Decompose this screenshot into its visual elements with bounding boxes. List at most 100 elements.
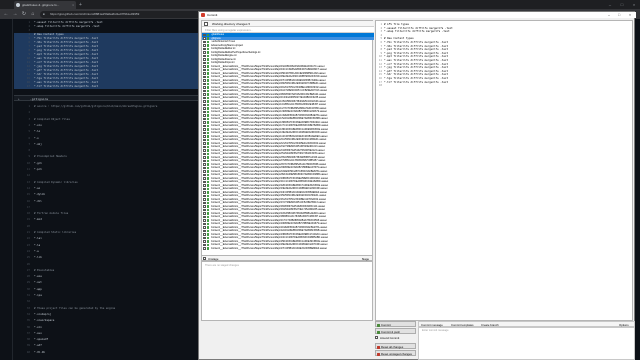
file-name: .gitignore: [30, 97, 49, 101]
reset-unstaged-label: Reset unstaged changes: [381, 352, 412, 356]
diff-line-text: *.jpg filter=lfs diff=lfs merge=lfs -tex…: [384, 66, 449, 70]
git-extensions-icon: [201, 13, 205, 17]
back-icon[interactable]: ←: [2, 10, 10, 18]
tab-title: gitattributes & .gitignore fo...: [22, 3, 60, 7]
file-icon: ▸: [18, 97, 20, 101]
diff-line-text: *.uasset filter=lfs diff=lfs merge=lfs -…: [384, 26, 453, 30]
unstaged-panel: Working directory changes ▾ Filter files…: [201, 20, 374, 261]
line-text: *.tga filter=lfs diff=lfs merge=lfs -tex…: [34, 77, 99, 80]
line-text: *.o: [34, 136, 39, 140]
code-line: 24 *.a: [14, 250, 198, 254]
line-text: *.VC.db: [34, 350, 45, 354]
line-number: 3: [28, 117, 30, 121]
line-text: *.pdf filter=lfs diff=lfs merge=lfs -tex…: [34, 69, 99, 72]
close-tab-icon[interactable]: ×: [72, 1, 74, 9]
line-number: 30: [26, 287, 30, 291]
line-text: # Compiled Static libraries: [34, 231, 77, 234]
code-line: 9 # Precompiled Headers: [14, 155, 198, 159]
line-number: 37: [26, 331, 30, 335]
file-added-icon: [206, 247, 209, 250]
unstaged-file-list: .gitattributes .gitignore .vs/Archinium/v1…: [202, 33, 374, 261]
amend-commit-checkbox[interactable]: Amend Commit: [375, 336, 399, 340]
line-text: *.xcodeproj: [34, 312, 52, 316]
line-text: *.fbx filter=lfs diff=lfs merge=lfs -tex…: [34, 37, 99, 40]
code-line: 13 # Compiled Dynamic libraries: [14, 181, 198, 185]
changes-dropdown[interactable]: Working directory changes: [212, 22, 247, 26]
home-icon[interactable]: ⌂: [29, 10, 37, 18]
push-icon: [377, 330, 380, 334]
code-line: 14 *.so: [14, 187, 198, 191]
line-number: 12: [26, 174, 30, 178]
reset-unstaged-button[interactable]: Reset unstaged changes: [375, 350, 416, 356]
line-number: 5: [28, 130, 30, 134]
line-number: 31: [26, 294, 30, 297]
close-window-icon[interactable]: ×: [628, 0, 640, 9]
amend-checkbox-box[interactable]: [375, 336, 378, 340]
line-number: 26: [26, 262, 30, 266]
line-number: 32: [26, 300, 30, 304]
line-number: 16: [26, 199, 30, 203]
window-title: Commit: [207, 13, 218, 17]
commit-push-button[interactable]: Commit & push: [375, 328, 416, 334]
diff-line: 18: [378, 84, 632, 88]
line-number: 7: [28, 142, 30, 146]
code-line: 18 # Fortran module files: [14, 212, 198, 216]
code-line: 12: [14, 174, 198, 178]
line-number: 36: [26, 325, 30, 329]
commit-icon: [377, 323, 380, 327]
browser-tab[interactable]: gitattributes & .gitignore fo... ×: [14, 1, 76, 9]
code-line: 37 *.suo: [14, 332, 198, 336]
code-line: 6 *.o: [14, 137, 198, 141]
diff-line-text: *.png filter=lfs diff=lfs merge=lfs -tex…: [384, 51, 449, 55]
file-checkbox[interactable]: [203, 247, 206, 250]
line-number: 24: [26, 249, 30, 253]
select-all-checkbox[interactable]: [204, 22, 208, 26]
diff-line-text: *.hdr filter=lfs diff=lfs merge=lfs -tex…: [384, 73, 449, 77]
code-line: 2: [14, 111, 198, 115]
file-row[interactable]: Content/__ExternalActors__/ThirdPerson/M…: [202, 247, 374, 251]
line-text: *.jpg filter=lfs diff=lfs merge=lfs -tex…: [34, 65, 99, 68]
diff-line-text: *.xcf filter=lfs diff=lfs merge=lfs -tex…: [384, 62, 449, 66]
line-text: *.lib: [34, 256, 42, 260]
line-number: 33: [26, 306, 30, 310]
chevron-down-icon[interactable]: ▾: [248, 22, 250, 26]
code-line: 26: [14, 263, 198, 267]
commit-button[interactable]: Commit: [375, 321, 416, 327]
line-text: *.lai: [34, 237, 42, 241]
minimize-icon[interactable]: –: [604, 0, 616, 9]
new-tab-button[interactable]: +: [79, 1, 82, 9]
diff-line-text: # LFS file types: [384, 23, 409, 26]
diff-line-number: 18: [378, 84, 382, 88]
line-text: *.a: [34, 249, 39, 253]
lock-icon: ■: [43, 11, 45, 16]
line-text: *.obj: [34, 142, 42, 146]
minimize-icon[interactable]: –: [604, 12, 614, 18]
forward-icon[interactable]: →: [11, 10, 19, 18]
line-number: 17: [26, 205, 30, 209]
code-line: 33 # These project files can be generated…: [14, 307, 198, 311]
reset-all-button[interactable]: Reset all changes: [375, 343, 416, 349]
staged-file-list: There are no staged changes: [201, 261, 373, 321]
staged-select-checkbox[interactable]: [203, 257, 206, 261]
maximize-icon[interactable]: □: [616, 0, 628, 9]
code-line: 34 *.xcodeproj: [14, 313, 198, 317]
line-text: *.wav filter=lfs diff=lfs merge=lfs -tex…: [34, 81, 99, 84]
line-number: 9: [28, 155, 30, 159]
diff-line-text: *.pdf filter=lfs diff=lfs merge=lfs -tex…: [384, 69, 449, 73]
line-number: 2: [28, 111, 30, 115]
diff-line-text: *.3ds filter=lfs diff=lfs merge=lfs -tex…: [384, 44, 449, 48]
close-icon[interactable]: ×: [625, 12, 635, 18]
line-number: 17: [26, 85, 30, 88]
reload-icon[interactable]: ↻: [20, 10, 28, 18]
maximize-icon[interactable]: □: [614, 12, 624, 18]
code-line: 7 *.obj: [14, 143, 198, 147]
line-number: 10: [26, 161, 30, 165]
commit-message-input[interactable]: Enter commit message: [418, 327, 635, 360]
file-header[interactable]: ▸ .gitignore: [14, 95, 198, 101]
line-number: 27: [26, 268, 30, 272]
line-number: 39: [26, 344, 30, 348]
code-line: 27 # Executables: [14, 269, 198, 273]
code-line: 40 *.VC.db: [14, 351, 198, 355]
line-number: 34: [26, 312, 30, 316]
line-text: # Compiled Object files: [34, 117, 70, 121]
